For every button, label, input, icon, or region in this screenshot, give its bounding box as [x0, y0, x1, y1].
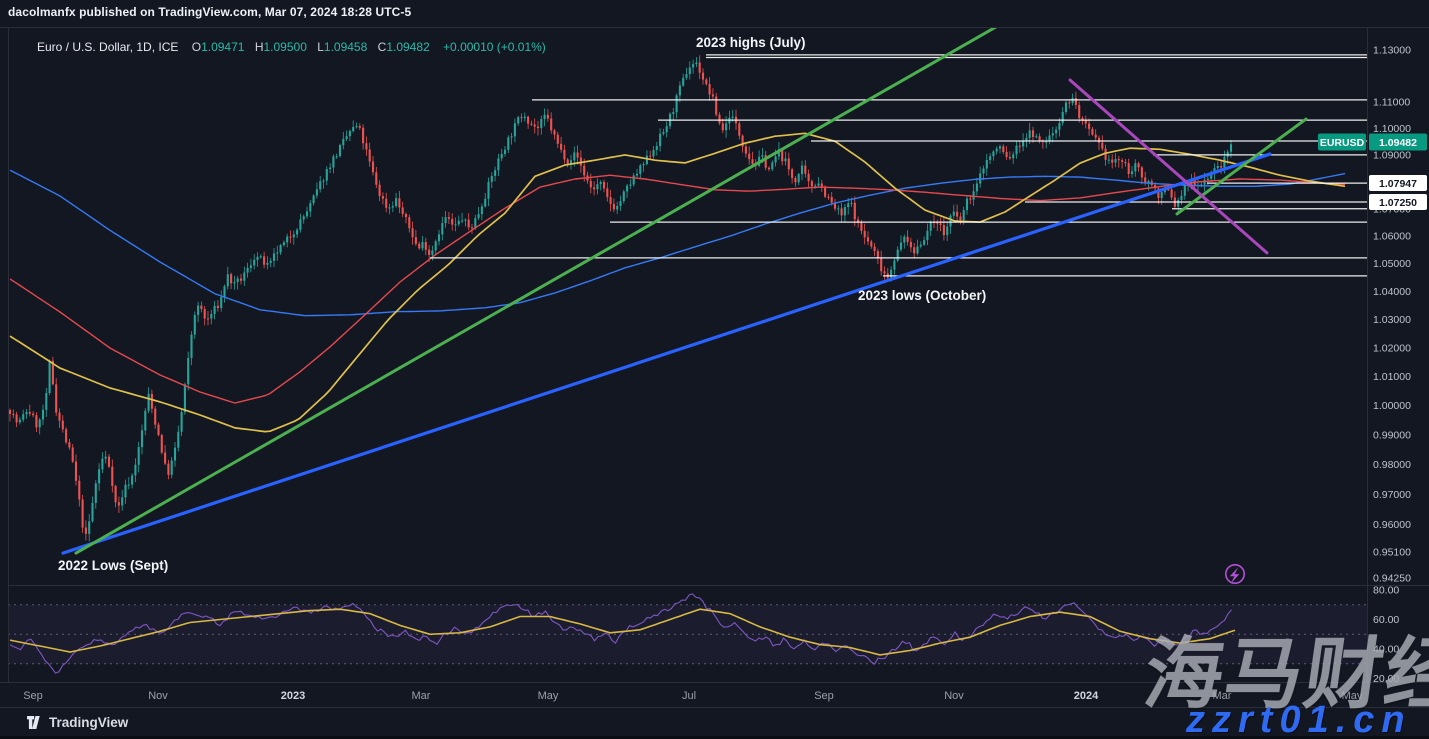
svg-text:0.94250: 0.94250	[1373, 572, 1411, 584]
svg-text:0.98000: 0.98000	[1373, 459, 1411, 471]
svg-text:1.10000: 1.10000	[1373, 123, 1411, 135]
svg-text:0.97000: 0.97000	[1373, 489, 1411, 501]
svg-text:2023 highs (July): 2023 highs (July)	[696, 35, 806, 50]
svg-text:2023: 2023	[281, 690, 305, 702]
svg-text:Mar: Mar	[412, 690, 431, 702]
svg-text:Sep: Sep	[23, 690, 43, 702]
svg-text:1.04000: 1.04000	[1373, 286, 1411, 298]
svg-text:1.11000: 1.11000	[1373, 96, 1410, 108]
svg-text:1.06000: 1.06000	[1373, 231, 1411, 243]
svg-text:0.95100: 0.95100	[1373, 546, 1411, 558]
svg-text:80.00: 80.00	[1373, 585, 1399, 597]
svg-text:1.13000: 1.13000	[1373, 45, 1411, 57]
svg-text:1.09000: 1.09000	[1373, 149, 1411, 161]
svg-text:0.99000: 0.99000	[1373, 429, 1411, 441]
chart-annotations: 2023 highs (July) 2023 lows (October) 2022…	[58, 35, 986, 573]
svg-text:Nov: Nov	[944, 690, 964, 702]
svg-text:0.96000: 0.96000	[1373, 519, 1411, 531]
tradingview-logo-icon[interactable]	[27, 716, 43, 730]
svg-text:1.01000: 1.01000	[1373, 371, 1411, 383]
tradingview-brand-text[interactable]: TradingView	[49, 715, 128, 730]
svg-text:2024: 2024	[1074, 690, 1099, 702]
symbol-price-badge: EURUSD 1.09482	[1318, 133, 1427, 151]
svg-text:1.05000: 1.05000	[1373, 258, 1411, 270]
svg-text:Jul: Jul	[682, 690, 696, 702]
lightning-icon	[1225, 563, 1246, 584]
svg-text:1.00000: 1.00000	[1373, 400, 1411, 412]
svg-text:1.02000: 1.02000	[1373, 343, 1411, 355]
footer-bar: TradingView	[0, 708, 1429, 736]
tradingview-published-chart-page: dacolmanfx published on TradingView.com,…	[0, 0, 1429, 739]
svg-text:1.09482: 1.09482	[1379, 137, 1417, 149]
svg-text:Nov: Nov	[148, 690, 168, 702]
svg-text:1.03000: 1.03000	[1373, 314, 1411, 326]
svg-text:May: May	[538, 690, 559, 702]
candles-layer	[8, 55, 1233, 542]
level-price-badge-2: 1.07250	[1369, 194, 1427, 210]
svg-text:EURUSD: EURUSD	[1320, 137, 1365, 149]
svg-text:2022 Lows (Sept): 2022 Lows (Sept)	[58, 558, 168, 573]
drawings-layer	[61, 28, 1367, 555]
svg-text:2023 lows (October): 2023 lows (October)	[858, 288, 986, 303]
level-price-badge-1: 1.07947	[1369, 175, 1427, 191]
svg-text:1.07250: 1.07250	[1379, 197, 1417, 209]
svg-text:1.07947: 1.07947	[1379, 178, 1417, 190]
svg-text:Sep: Sep	[814, 690, 834, 702]
